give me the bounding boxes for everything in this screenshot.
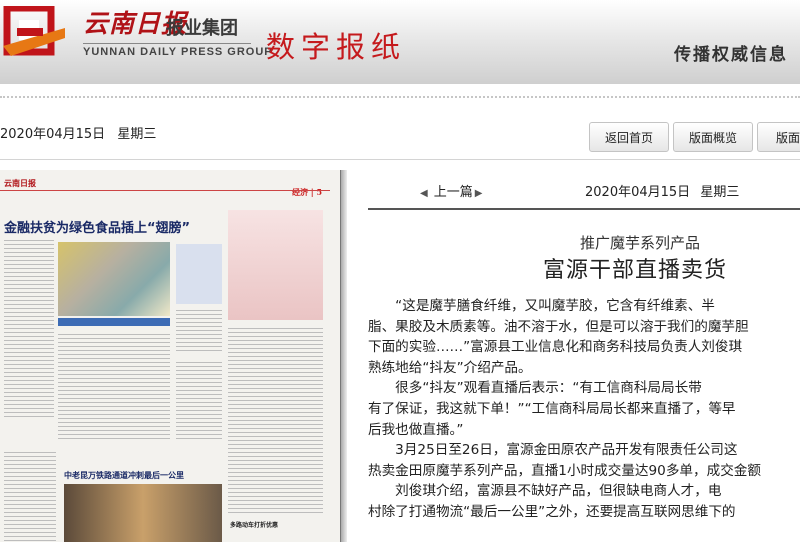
- thumbnail-photo-caption: [58, 318, 170, 326]
- logo-english-name: YUNNAN DAILY PRESS GROUP: [83, 46, 273, 58]
- site-header: 云南日报 报业集团 YUNNAN DAILY PRESS GROUP 数字报纸 …: [0, 0, 800, 84]
- site-slogan: 传播权威信息: [674, 45, 788, 65]
- header-divider: [0, 159, 800, 160]
- thumbnail-page-label: 经济 | 5: [292, 187, 323, 197]
- article-body: “这是魔芋膳食纤维，又叫魔芋胶，它含有纤维素、半 脂、果胶及木质素等。油不溶于水…: [368, 296, 800, 523]
- thumbnail-text-column[interactable]: [228, 326, 323, 516]
- page-overview-button[interactable]: 版面概览: [673, 122, 753, 152]
- thumbnail-text-column[interactable]: [176, 308, 222, 353]
- logo-divider: [83, 43, 251, 44]
- thumbnail-text-column[interactable]: [4, 450, 56, 542]
- page-nav: 返回首页 版面概览 版面: [589, 122, 800, 152]
- thumbnail-headline[interactable]: 金融扶贫为绿色食品插上“翅膀”: [4, 217, 190, 236]
- body-line: 刘俊琪介绍，富源县不缺好产品，但很缺电商人才，电: [368, 483, 722, 500]
- thumbnail-masthead: 云南日报: [4, 178, 36, 188]
- thumbnail-chart-box[interactable]: [176, 244, 222, 304]
- date-bar: 2020年04月15日 星期三: [0, 123, 156, 142]
- article-divider: [368, 208, 800, 210]
- logo-group-name: 报业集团: [166, 18, 238, 39]
- thumbnail-shadow: [341, 170, 347, 542]
- newspaper-page-thumbnail[interactable]: 云南日报 经济 | 5 金融扶贫为绿色食品插上“翅膀” 中老昆万铁路通道冲刺最后…: [0, 170, 341, 542]
- next-arrow-icon: ▶: [474, 188, 483, 199]
- thumbnail-text-column[interactable]: [58, 332, 170, 442]
- prev-arrow-icon: ◀: [420, 188, 428, 199]
- current-date: 2020年04月15日: [0, 127, 106, 142]
- body-line: 村除了打通物流“最后一公里”之外，还要提高互联网思维下的: [368, 503, 736, 520]
- digital-newspaper-title: 数字报纸: [266, 30, 407, 64]
- dotted-divider: [0, 96, 800, 98]
- body-line: “这是魔芋膳食纤维，又叫魔芋胶，它含有纤维素、半: [368, 298, 715, 314]
- article-date-text: 2020年04月15日: [585, 185, 691, 200]
- body-line: 有了保证，我这就下单！”“工信商科局局长都来直播了，等早: [368, 400, 736, 417]
- thumbnail-photo-products[interactable]: [58, 242, 170, 316]
- thumbnail-story-railway[interactable]: 中老昆万铁路通道冲刺最后一公里: [64, 470, 184, 481]
- thumbnail-text-column[interactable]: [4, 238, 54, 418]
- home-button[interactable]: 返回首页: [589, 122, 669, 152]
- page-list-button[interactable]: 版面: [757, 122, 800, 152]
- body-line: 脂、果胶及木质素等。油不溶于水，但是可以溶于我们的魔芋胆: [368, 318, 749, 335]
- article-weekday: 星期三: [700, 185, 740, 200]
- press-group-logo-icon: [3, 6, 65, 56]
- prev-article-link[interactable]: ◀ 上一篇 ▶: [420, 181, 482, 200]
- thumbnail-story-train[interactable]: 多路动车打折优惠: [230, 520, 278, 529]
- body-line: 熟练地给“抖友”介绍产品。: [368, 359, 532, 376]
- thumbnail-infographic[interactable]: [228, 210, 323, 320]
- current-weekday: 星期三: [117, 127, 157, 142]
- body-line: 热卖金田原魔芋系列产品，直播1小时成交量达90多单，成交金额: [368, 462, 761, 479]
- body-line: 下面的实验……”富源县工业信息化和商务科技局负责人刘俊琪: [368, 339, 743, 356]
- article-kicker: 推广魔芋系列产品: [580, 234, 701, 252]
- thumbnail-photo-tunnel[interactable]: [64, 484, 222, 542]
- article-date: 2020年04月15日 星期三: [585, 181, 739, 200]
- body-line: 后我也做直播。”: [368, 421, 464, 438]
- article-title: 富源干部直播卖货: [543, 258, 728, 283]
- thumbnail-text-column[interactable]: [176, 360, 222, 442]
- body-line: 3月25日至26日，富源金田原农产品开发有限责任公司这: [368, 442, 738, 459]
- body-line: 很多“抖友”观看直播后表示：“有工信商科局局长带: [368, 380, 702, 397]
- thumbnail-top-rule: [0, 190, 330, 191]
- prev-article-label: 上一篇: [433, 185, 473, 200]
